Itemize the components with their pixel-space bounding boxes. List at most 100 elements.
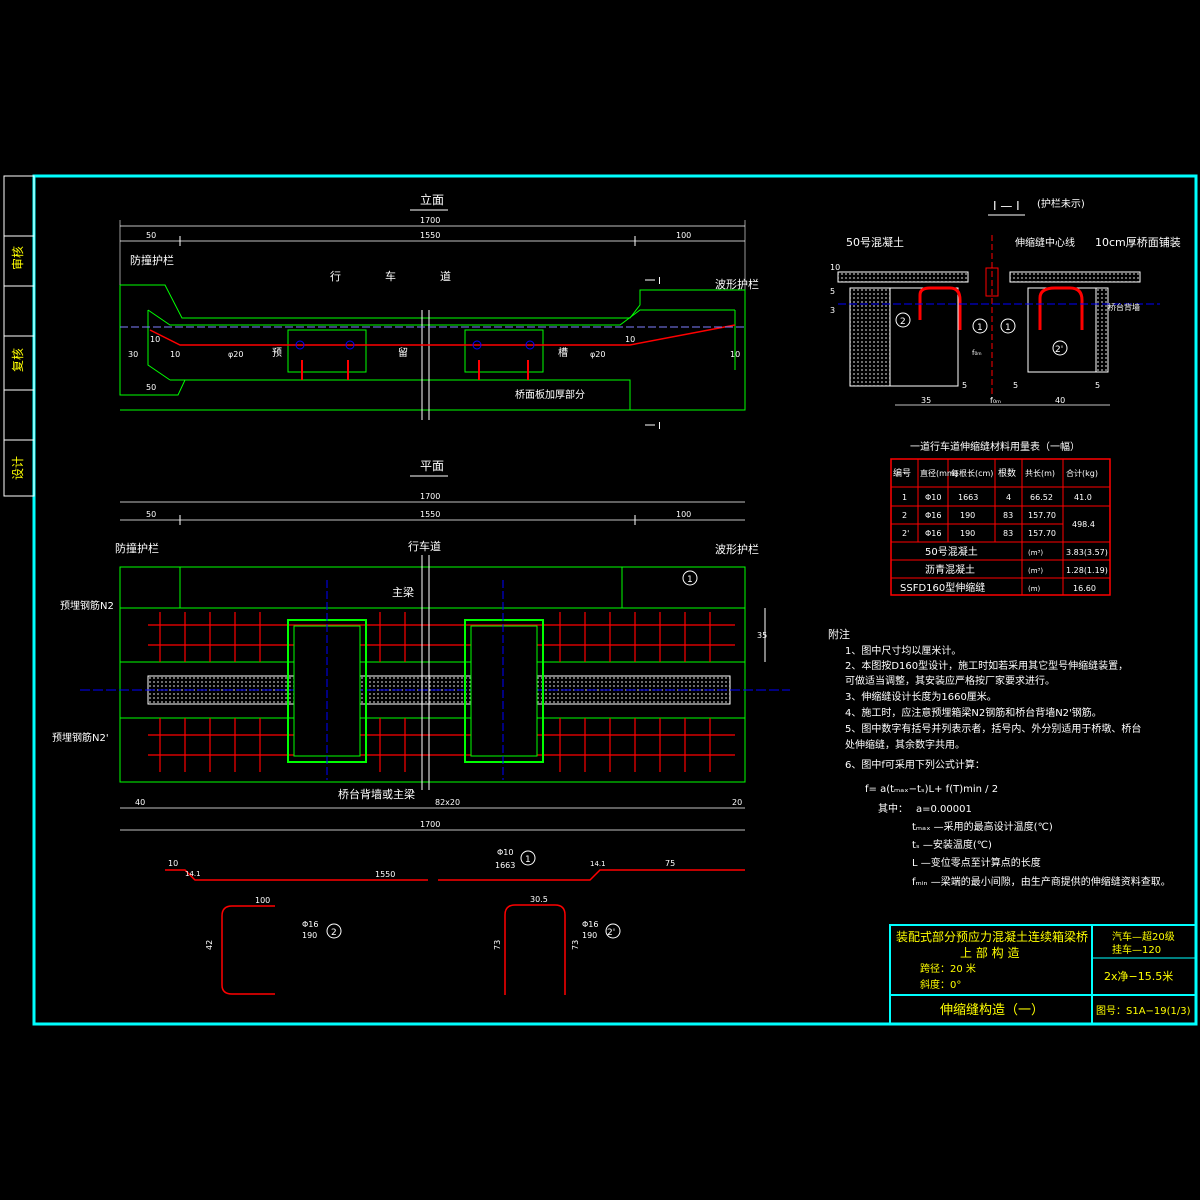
plan-rebar-n2: 预埋钢筋N2: [60, 599, 114, 612]
bar2-w: 100: [255, 896, 270, 905]
note-def-3: L —变位零点至计算点的长度: [912, 856, 1041, 869]
elev-slot-1: 预: [272, 347, 282, 359]
tb-part: 上 部 构 造: [960, 945, 1019, 960]
plan-dim-b-left: 40: [135, 798, 145, 807]
td-e0-name: 50号混凝土: [925, 545, 978, 558]
bar2p-h2: 73: [571, 940, 580, 950]
td-2-0: 2': [902, 529, 909, 538]
plan-road-label: 行车道: [408, 539, 441, 553]
elev-dim-10d: 10: [730, 350, 740, 359]
plan-dim-b-right: 20: [732, 798, 742, 807]
side-label-design: 设计: [11, 456, 25, 480]
section-view: I — I (护栏未示) 50号混凝土 伸缩缝中心线 10cm厚桥面铺装 2 1…: [830, 197, 1181, 406]
tb-name: 伸缩缝构造（一）: [940, 1002, 1044, 1018]
bar1-len: 1663: [495, 861, 515, 870]
elevation-title: 立面: [420, 192, 444, 207]
td-2-3: 83: [1003, 529, 1013, 538]
note-line-3: 可做适当调整，其安装应严格按厂家要求进行。: [845, 674, 1055, 687]
td-e1-val: 1.28(1.19): [1066, 566, 1108, 575]
section-center: 伸缩缝中心线: [1015, 236, 1075, 249]
th-count: 根数: [998, 467, 1016, 479]
elev-slot-3: 槽: [558, 346, 568, 359]
elev-road-2: 车: [385, 269, 396, 283]
table-title: 一道行车道伸缩缝材料用量表（一幅）: [910, 440, 1080, 453]
elev-dim-30: 30: [128, 350, 138, 359]
drawing-frame: [32, 174, 1198, 1026]
section-mark-bottom: I: [658, 421, 661, 432]
elev-road-3: 道: [440, 269, 451, 283]
tb-span: 跨径：20 米: [920, 962, 976, 975]
tb-load1: 汽车—超20级: [1112, 930, 1175, 943]
elev-dim-mid: 1550: [420, 231, 440, 240]
bar1-d1: 10: [168, 859, 178, 868]
td-2-2: 190: [960, 529, 975, 538]
td-0-0: 1: [902, 493, 907, 502]
th-len: 每根长(cm): [951, 468, 993, 478]
elev-dim-50: 50: [146, 383, 156, 392]
tb-load2: 挂车—120: [1112, 943, 1161, 956]
td-1-0: 2: [902, 511, 907, 520]
note-line-4: 3、伸缩缝设计长度为1660厘米。: [845, 690, 997, 703]
plan-dim-b-mid: 82x20: [435, 798, 460, 807]
tb-project: 装配式部分预应力混凝土连续箱梁桥: [896, 929, 1088, 944]
section-side: 桥台背墙: [1108, 302, 1140, 312]
elev-dim-10b: 10: [170, 350, 180, 359]
td-2-1: Φ16: [925, 529, 941, 538]
bar2p-dia: Φ16: [582, 920, 598, 929]
bar1-id: 1: [525, 855, 531, 865]
note-def-2: tₛ —安装温度(℃): [912, 838, 992, 851]
side-label-review: 审核: [10, 246, 25, 270]
drawing-canvas: 审核 复核 设计 立面 1700 50 1550 100 防撞护栏 波形护栏 行…: [3, 174, 1198, 1026]
td-1-4: 157.70: [1028, 511, 1056, 520]
notes-title: 附注: [828, 627, 850, 641]
bar2p-h1: 73: [493, 940, 502, 950]
th-sum: 合计(kg): [1066, 468, 1098, 478]
section-dim-10: 10: [830, 263, 840, 272]
td-e1-name: 沥青混凝土: [925, 563, 975, 576]
td-1-5: 498.4: [1072, 520, 1095, 529]
bar1-d4: 75: [665, 859, 675, 868]
elevation-view: 立面 1700 50 1550 100 防撞护栏 波形护栏 行 车 道 预 留 …: [119, 192, 759, 432]
plan-dim-b-total: 1700: [420, 820, 440, 829]
bar2p-w: 30.5: [530, 895, 548, 904]
plan-view: 平面 1700 50 1550 100 防撞护栏 波形护栏 行车道 主梁 预埋钢…: [52, 459, 790, 831]
bar2-len: 190: [302, 931, 317, 940]
note-line-8: 6、图中f可采用下列公式计算：: [845, 758, 985, 771]
note-line-1: 1、图中尺寸均以厘米计。: [845, 644, 961, 657]
td-2-4: 157.70: [1028, 529, 1056, 538]
bar2-dia: Φ16: [302, 920, 318, 929]
section-dim-35: 35: [921, 396, 931, 405]
section-dim-3: 3: [830, 306, 835, 315]
td-1-1: Φ16: [925, 511, 941, 520]
plan-dim-total: 1700: [420, 492, 440, 501]
section-concrete: 50号混凝土: [846, 235, 904, 249]
elev-dim-10c: 10: [625, 335, 635, 344]
td-e2-unit: (m): [1028, 585, 1041, 593]
bar2p-len: 190: [582, 931, 597, 940]
bar1-d2: 14.1: [185, 870, 201, 878]
elev-road-1: 行: [330, 270, 341, 283]
td-e0-val: 3.83(3.57): [1066, 548, 1108, 557]
section-dim-fom: f₀ₘ: [990, 396, 1001, 405]
note-def-4: fₘᵢₙ —梁端的最小间隙，由生产商提供的伸缩缝资料查取。: [912, 875, 1171, 888]
th-total: 共长(m): [1025, 468, 1055, 478]
td-e0-unit: (m³): [1028, 549, 1043, 557]
section-note: (护栏未示): [1037, 197, 1085, 210]
plan-main-beam: 主梁: [392, 585, 414, 599]
elev-dim-left: 50: [146, 231, 156, 240]
bar1-mid: 1550: [375, 870, 395, 879]
title-block: 装配式部分预应力混凝土连续箱梁桥 上 部 构 造 跨径：20 米 斜度：0° 汽…: [889, 924, 1197, 1025]
section-label-2p: 2': [1055, 345, 1063, 355]
bar2-id: 2: [331, 928, 337, 938]
section-title: I — I: [993, 199, 1020, 213]
plan-callout-1-text: 1: [687, 575, 693, 585]
section-dim-5b: 5: [1013, 381, 1018, 390]
plan-left-label: 防撞护栏: [115, 541, 159, 555]
section-dim-fom2: f₀ₘ: [972, 349, 982, 357]
tb-drawing-no: 图号：S1A−19(1/3): [1096, 1005, 1191, 1017]
elev-bottom-note: 桥面板加厚部分: [515, 388, 585, 401]
elev-left-label: 防撞护栏: [130, 253, 174, 267]
note-formula: f= a(tₘₐₓ−tₛ)L+ f(T)min / 2: [865, 784, 998, 795]
note-line-6: 5、图中数字有括号并列表示者，括号内、外分别适用于桥墩、桥台: [845, 722, 1141, 735]
td-e2-name: SSFD160型伸缩缝: [900, 581, 985, 594]
